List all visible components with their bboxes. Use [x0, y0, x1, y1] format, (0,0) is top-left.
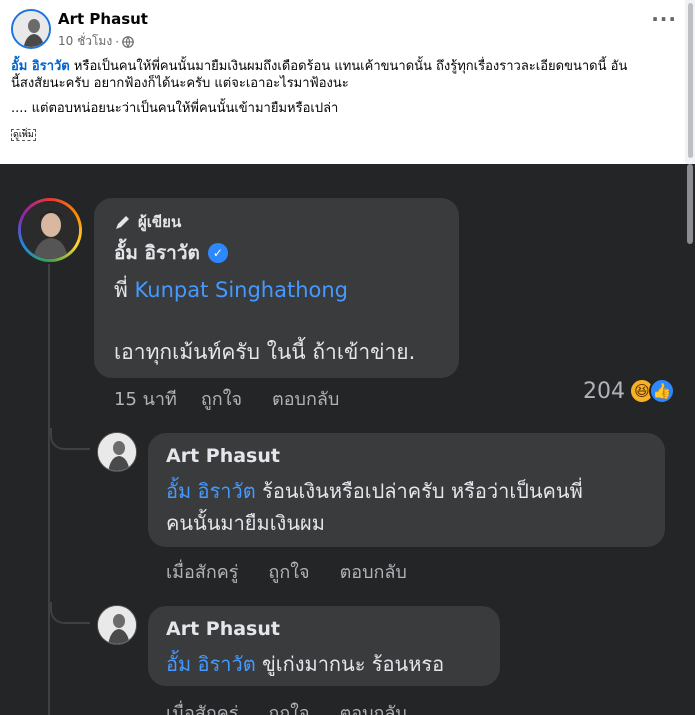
see-more-link[interactable]: ดูเพิ่ม — [11, 129, 36, 141]
reply-text-line1: ร้อนเงินหรือเปล่าครับ หรือว่าเป็นคนพี่ — [255, 479, 583, 503]
like-button[interactable]: ถูกใจ — [201, 384, 242, 413]
reply-mention[interactable]: อั้ม อิราวัต — [166, 652, 256, 676]
post-text-line1: หรือเป็นคนให้พี่คนนั้นมายืมเงินผมถึงเดือ… — [73, 59, 628, 74]
reply-avatar-1[interactable] — [97, 432, 137, 472]
comment-author-name[interactable]: อั้ม อิราวัต — [114, 238, 200, 268]
comment-actions-3: เมื่อสักครู่ ถูกใจ ตอบกลับ — [166, 698, 407, 715]
post-mention[interactable]: อั้ม อิราวัต — [11, 59, 70, 74]
badge-label: ผู้เขียน — [138, 213, 182, 231]
commenter-avatar-story[interactable] — [18, 198, 82, 262]
comment-time[interactable]: เมื่อสักครู่ — [166, 557, 238, 586]
thread-line — [48, 264, 50, 715]
reply-button[interactable]: ตอบกลับ — [340, 698, 407, 715]
post-meta: 10 ชั่วโมง · — [58, 32, 134, 51]
comment-text-line1: พี่ Kunpat Singhathong — [114, 274, 348, 307]
post-paragraph-1: อั้ม อิราวัต หรือเป็นคนให้พี่คนนั้นมายืม… — [11, 58, 686, 92]
comment-time[interactable]: เมื่อสักครู่ — [166, 698, 238, 715]
reply-author[interactable]: Art Phasut — [166, 445, 280, 467]
scrollbar-dark[interactable] — [685, 164, 695, 715]
like-icon: 👍 — [649, 378, 675, 404]
author-avatar[interactable] — [11, 9, 51, 49]
avatar-photo-icon — [98, 433, 136, 471]
avatar-photo-icon — [98, 606, 136, 644]
reply-button[interactable]: ตอบกลับ — [340, 557, 407, 586]
author-badge: ผู้เขียน — [114, 210, 181, 234]
reply-text-line2: คนนั้นมายืมเงินผม — [166, 511, 325, 535]
comment-mention[interactable]: Kunpat Singhathong — [135, 278, 348, 302]
reaction-count[interactable]: 204 — [583, 379, 625, 404]
comment-author[interactable]: อั้ม อิราวัต ✓ — [114, 238, 228, 268]
reply-text: อั้ม อิราวัต ร้อนเงินหรือเปล่าครับ หรือว… — [166, 475, 583, 539]
scrollbar-thumb[interactable] — [687, 164, 693, 244]
post-header: Art Phasut 10 ชั่วโมง · ··· อั้ม อิราวัต… — [0, 0, 695, 164]
comments-section: ผู้เขียน อั้ม อิราวัต ✓ พี่ Kunpat Singh… — [0, 164, 695, 715]
scrollbar-thumb[interactable] — [688, 3, 693, 158]
reply-connector-2 — [50, 602, 90, 624]
verified-check-icon: ✓ — [207, 243, 228, 263]
pen-icon — [116, 216, 129, 229]
avatar-photo-icon — [21, 201, 79, 259]
comment-bubble-3: Art Phasut อั้ม อิราวัต ขู่เก่งมากนะ ร้อ… — [148, 606, 500, 686]
post-time[interactable]: 10 ชั่วโมง — [58, 32, 112, 51]
post-paragraph-2: .... แต่ตอบหน่อยนะว่าเป็นคนให้พี่คนนั้นเ… — [11, 101, 339, 116]
comment-time[interactable]: 15 นาที — [114, 384, 177, 413]
comment-actions-2: เมื่อสักครู่ ถูกใจ ตอบกลับ — [166, 557, 407, 586]
like-button[interactable]: ถูกใจ — [268, 557, 309, 586]
meta-separator: · — [115, 34, 120, 49]
scrollbar-light[interactable] — [685, 0, 695, 164]
comment-bubble-2: Art Phasut อั้ม อิราวัต ร้อนเงินหรือเปล่… — [148, 433, 665, 547]
post-author-name[interactable]: Art Phasut — [58, 10, 148, 28]
reply-connector-1 — [50, 428, 90, 450]
comment-prefix: พี่ — [114, 278, 128, 302]
avatar-photo-icon — [13, 11, 49, 47]
reply-avatar-2[interactable] — [97, 605, 137, 645]
reaction-summary[interactable]: 204 😆 👍 — [583, 378, 675, 404]
post-text-line2: นี้สงสัยนะครับ อยากฟ้องก็ได้นะครับ แต่จะ… — [11, 76, 349, 91]
more-options-icon[interactable]: ··· — [651, 9, 677, 29]
like-button[interactable]: ถูกใจ — [268, 698, 309, 715]
reply-text-body: ขู่เก่งมากนะ ร้อนหรอ — [255, 652, 445, 676]
comment-actions-1: 15 นาที ถูกใจ ตอบกลับ — [114, 384, 339, 413]
reply-text: อั้ม อิราวัต ขู่เก่งมากนะ ร้อนหรอ — [166, 648, 444, 680]
comment-bubble-1: ผู้เขียน อั้ม อิราวัต ✓ พี่ Kunpat Singh… — [94, 198, 459, 378]
comment-text-line2: เอาทุกเม้นท์ครับ ในนี้ ถ้าเข้าข่าย. — [114, 340, 416, 364]
reply-mention[interactable]: อั้ม อิราวัต — [166, 479, 256, 503]
post-body: อั้ม อิราวัต หรือเป็นคนให้พี่คนนั้นมายืม… — [11, 58, 686, 142]
globe-icon — [122, 35, 134, 48]
reply-button[interactable]: ตอบกลับ — [272, 384, 339, 413]
reply-author[interactable]: Art Phasut — [166, 618, 280, 640]
